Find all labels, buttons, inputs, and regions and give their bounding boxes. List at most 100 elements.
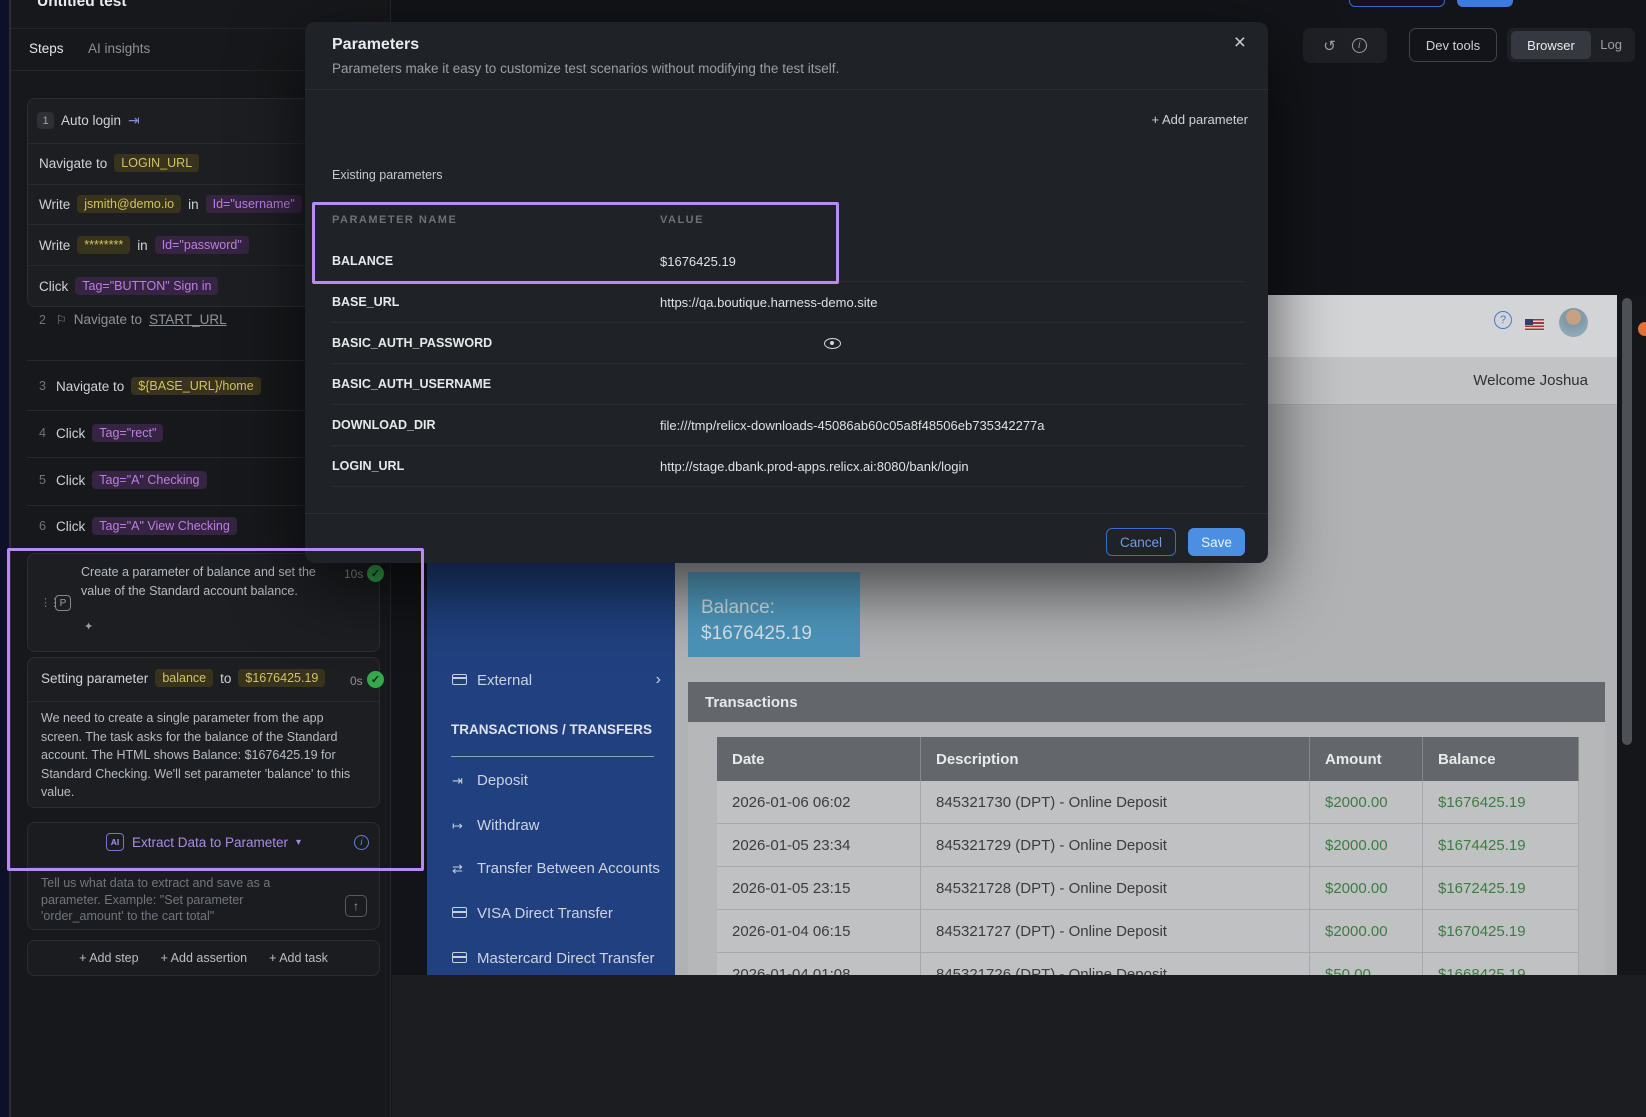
table-row[interactable]: 2026-01-04 06:15 845321727 (DPT) - Onlin… bbox=[717, 910, 1579, 953]
parameter-row[interactable]: BALANCE $1676425.19 bbox=[332, 241, 1244, 282]
cell-amount: $50.00 bbox=[1310, 953, 1423, 975]
us-flag-icon[interactable] bbox=[1525, 319, 1544, 331]
sidebar-item-mastercard-transfer[interactable]: Mastercard Direct Transfer bbox=[452, 950, 655, 967]
transfer-icon: ⇄ bbox=[452, 861, 477, 877]
extract-prompt-input[interactable]: Tell us what data to extract and save as… bbox=[41, 875, 313, 925]
tab-steps[interactable]: Steps bbox=[29, 41, 64, 56]
parameter-row[interactable]: LOGIN_URL http://stage.dbank.prod-apps.r… bbox=[332, 446, 1244, 487]
step-click-sign-in[interactable]: Click Tag="BUTTON" Sign in bbox=[39, 276, 218, 296]
extract-mode-label[interactable]: Extract Data to Parameter bbox=[132, 835, 288, 850]
step-navigate-login-url[interactable]: Navigate to LOGIN_URL bbox=[39, 153, 199, 173]
step-duration: 10s bbox=[344, 567, 363, 581]
step-connector: to bbox=[220, 671, 231, 686]
parameter-name: LOGIN_URL bbox=[332, 459, 660, 473]
setting-parameter-card[interactable]: Setting parameter balance to $1676425.19… bbox=[27, 657, 380, 808]
selector-badge[interactable]: Tag="BUTTON" Sign in bbox=[75, 277, 218, 295]
sidebar-item-external[interactable]: External › bbox=[452, 671, 661, 689]
tab-log[interactable]: Log bbox=[1600, 37, 1622, 52]
step-2-navigate-start-url[interactable]: 2 ⚐ Navigate to START_URL bbox=[39, 312, 227, 327]
ai-task-card[interactable]: ⋮⋮ P Create a parameter of balance and s… bbox=[27, 553, 380, 652]
step-4-click-rect[interactable]: 4 Click Tag="rect" bbox=[39, 424, 163, 442]
parameter-name-badge[interactable]: balance bbox=[155, 669, 213, 687]
secondary-action-button-clipped[interactable] bbox=[1349, 0, 1445, 7]
step-write-password[interactable]: Write ******** in Id="password" bbox=[39, 235, 249, 255]
step-number: 2 bbox=[39, 313, 49, 327]
add-assertion-button[interactable]: + Add assertion bbox=[161, 951, 248, 965]
selector-badge[interactable]: Tag="A" View Checking bbox=[92, 517, 237, 535]
value-badge[interactable]: ${BASE_URL}/home bbox=[131, 377, 260, 395]
step-action: Click bbox=[56, 473, 85, 488]
help-icon[interactable]: ? bbox=[1494, 311, 1512, 329]
table-row[interactable]: 2026-01-04 01:08 845321726 (DPT) - Onlin… bbox=[717, 953, 1579, 975]
step-duration: 0s bbox=[350, 674, 363, 688]
tab-browser[interactable]: Browser bbox=[1511, 31, 1591, 59]
group-label: Auto login bbox=[61, 113, 121, 128]
avatar[interactable] bbox=[1559, 308, 1588, 337]
ai-reasoning-text: We need to create a single parameter fro… bbox=[41, 709, 368, 802]
existing-parameters-label: Existing parameters bbox=[332, 168, 442, 182]
parameter-row[interactable]: BASIC_AUTH_PASSWORD bbox=[332, 323, 1244, 364]
submit-prompt-button[interactable]: ↑ bbox=[345, 895, 367, 917]
table-row[interactable]: 2026-01-06 06:02 845321730 (DPT) - Onlin… bbox=[717, 781, 1579, 824]
sidebar-section-title: TRANSACTIONS / TRANSFERS bbox=[451, 722, 652, 737]
step-5-click-checking[interactable]: 5 Click Tag="A" Checking bbox=[39, 471, 207, 489]
parameter-row[interactable]: BASE_URL https://qa.boutique.harness-dem… bbox=[332, 282, 1244, 323]
sidebar-item-deposit[interactable]: ⇥ Deposit bbox=[452, 772, 528, 789]
bank-icon bbox=[452, 674, 467, 685]
close-icon[interactable]: × bbox=[1234, 32, 1246, 53]
step-action: Click bbox=[39, 279, 68, 294]
open-group-icon[interactable]: ⇥ bbox=[128, 112, 140, 129]
value-badge[interactable]: jsmith@demo.io bbox=[77, 195, 181, 213]
add-parameter-button[interactable]: + Add parameter bbox=[1152, 112, 1248, 127]
save-button[interactable]: Save bbox=[1188, 528, 1245, 556]
step-6-click-view-checking[interactable]: 6 Click Tag="A" View Checking bbox=[39, 517, 237, 535]
selector-badge[interactable]: Id="password" bbox=[155, 236, 249, 254]
eye-icon[interactable] bbox=[824, 338, 841, 349]
value-badge[interactable]: ******** bbox=[77, 236, 130, 254]
cell-balance: $1676425.19 bbox=[1423, 781, 1579, 823]
selector-badge[interactable]: Tag="rect" bbox=[92, 424, 163, 442]
selector-badge[interactable]: Tag="A" Checking bbox=[92, 471, 206, 489]
parameter-row[interactable]: BASIC_AUTH_USERNAME bbox=[332, 364, 1244, 405]
step-number: 4 bbox=[39, 426, 49, 440]
tab-ai-insights[interactable]: AI insights bbox=[88, 41, 150, 56]
add-task-button[interactable]: + Add task bbox=[269, 951, 328, 965]
step-3-navigate-home[interactable]: 3 Navigate to ${BASE_URL}/home bbox=[39, 377, 261, 395]
chevron-down-icon[interactable]: ▾ bbox=[296, 837, 301, 848]
info-icon[interactable]: i bbox=[1352, 38, 1367, 53]
scrollbar-thumb[interactable] bbox=[1622, 298, 1632, 745]
parameter-icon: P bbox=[55, 595, 71, 611]
add-step-button[interactable]: + Add step bbox=[79, 951, 138, 965]
dev-tools-button[interactable]: Dev tools bbox=[1409, 28, 1497, 62]
info-icon[interactable]: i bbox=[354, 835, 369, 850]
recording-indicator-dot bbox=[1638, 322, 1646, 336]
parameter-value-badge[interactable]: $1676425.19 bbox=[238, 669, 325, 687]
cancel-button[interactable]: Cancel bbox=[1106, 528, 1176, 556]
welcome-text: Welcome Joshua bbox=[1473, 372, 1588, 389]
sidebar-item-transfer[interactable]: ⇄ Transfer Between Accounts bbox=[452, 860, 660, 877]
transactions-header: Transactions bbox=[688, 682, 1605, 722]
cell-amount: $2000.00 bbox=[1310, 824, 1423, 866]
value-badge[interactable]: LOGIN_URL bbox=[114, 154, 199, 172]
primary-action-button-clipped[interactable] bbox=[1457, 0, 1513, 7]
restart-icon[interactable]: ↺ bbox=[1323, 37, 1336, 55]
transactions-table: Date Description Amount Balance 2026-01-… bbox=[717, 737, 1579, 975]
sparkle-icon: ✦ bbox=[84, 620, 93, 633]
sidebar-item-withdraw[interactable]: ↦ Withdraw bbox=[452, 817, 540, 834]
modal-title: Parameters bbox=[332, 36, 419, 54]
table-row[interactable]: 2026-01-05 23:34 845321729 (DPT) - Onlin… bbox=[717, 824, 1579, 867]
step-action: Navigate to bbox=[39, 156, 107, 171]
table-row[interactable]: 2026-01-05 23:15 845321728 (DPT) - Onlin… bbox=[717, 867, 1579, 910]
sidebar-item-visa-transfer[interactable]: VISA Direct Transfer bbox=[452, 905, 613, 922]
cell-date: 2026-01-04 06:15 bbox=[717, 910, 921, 952]
deposit-icon: ⇥ bbox=[452, 773, 477, 789]
start-url-link[interactable]: START_URL bbox=[149, 312, 227, 327]
step-write-username[interactable]: Write jsmith@demo.io in Id="username" bbox=[39, 194, 302, 214]
balance-summary: Balance: $1676425.19 bbox=[688, 572, 860, 657]
window-edge bbox=[0, 0, 9, 1117]
selector-badge[interactable]: Id="username" bbox=[206, 195, 302, 213]
divider bbox=[451, 756, 654, 757]
parameter-row[interactable]: DOWNLOAD_DIR file:///tmp/relicx-download… bbox=[332, 405, 1244, 446]
step-connector: in bbox=[188, 197, 199, 212]
parameter-value: https://qa.boutique.harness-demo.site bbox=[660, 295, 878, 310]
